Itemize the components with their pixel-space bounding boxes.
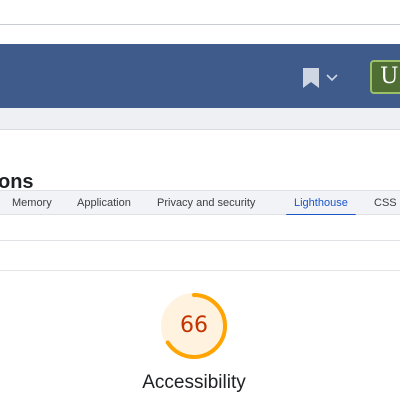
- tab-css-overview[interactable]: CSS c: [374, 191, 400, 215]
- chevron-down-icon: [326, 74, 338, 82]
- address-field[interactable]: [0, 3, 400, 25]
- user-avatar[interactable]: U: [370, 60, 400, 94]
- lighthouse-toolbar: [0, 215, 400, 241]
- bookmark-icon: [302, 67, 320, 89]
- browser-window: U ons Memory Application Privacy and sec…: [0, 0, 400, 400]
- tab-memory[interactable]: Memory: [12, 191, 52, 215]
- devtools-tabbar: Memory Application Privacy and security …: [0, 190, 400, 216]
- score-label: Accessibility: [142, 372, 246, 393]
- address-area: [0, 0, 400, 44]
- page-subbar: [0, 108, 400, 130]
- bookmark-button[interactable]: [302, 64, 350, 92]
- tab-application[interactable]: Application: [77, 191, 131, 215]
- tab-lighthouse[interactable]: Lighthouse: [286, 191, 356, 216]
- score-value: 66: [180, 313, 208, 338]
- tab-privacy-and-security[interactable]: Privacy and security: [157, 191, 255, 215]
- section-divider: [0, 270, 400, 271]
